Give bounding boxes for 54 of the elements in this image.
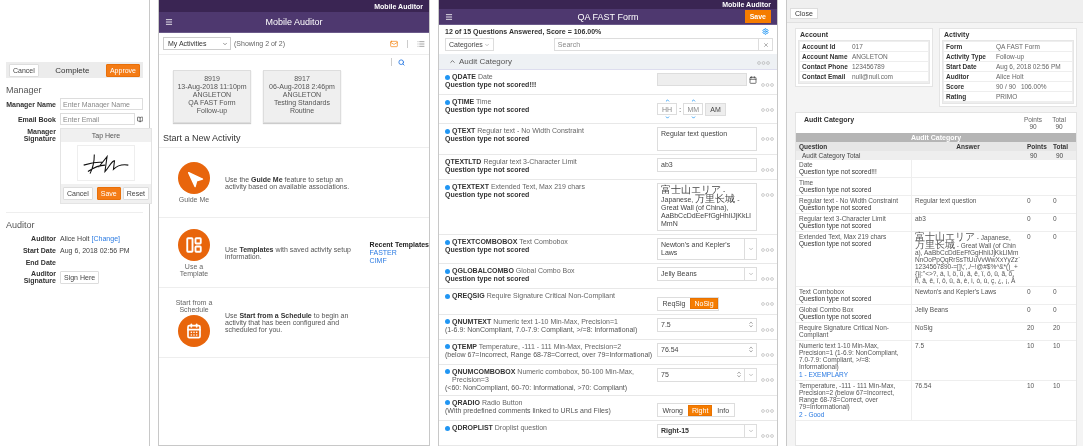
category-title: Audit Category <box>459 57 512 66</box>
section-heading: Manager <box>6 85 43 95</box>
more-options-icon[interactable] <box>761 327 774 332</box>
more-options-icon[interactable] <box>761 83 774 87</box>
time-separator: : <box>679 104 682 114</box>
caret-icon[interactable] <box>747 271 754 277</box>
chevron-up-icon[interactable] <box>449 58 456 65</box>
book-icon[interactable] <box>136 115 143 123</box>
more-options-icon[interactable] <box>761 302 774 306</box>
calendar-icon[interactable] <box>749 75 757 84</box>
category-header[interactable]: Audit Category <box>439 54 777 70</box>
caret-icon[interactable] <box>483 41 490 48</box>
more-options-icon[interactable] <box>761 408 774 413</box>
option-button[interactable] <box>178 228 210 261</box>
layout-icon <box>185 235 203 254</box>
caret-icon[interactable] <box>747 428 754 434</box>
stepper-icon[interactable] <box>749 345 753 353</box>
more-options-icon[interactable] <box>761 434 774 438</box>
more-options-icon[interactable] <box>761 137 774 141</box>
section-heading: Start a New Activity <box>159 123 429 148</box>
more-options-icon[interactable] <box>761 377 774 382</box>
close-icon[interactable] <box>762 41 769 48</box>
chevron-up-icon[interactable] <box>690 98 696 103</box>
chevron-down-icon[interactable] <box>690 115 696 120</box>
caret-icon[interactable] <box>747 371 754 378</box>
more-options-icon[interactable] <box>761 193 774 197</box>
more-options-icon[interactable] <box>761 108 774 112</box>
stepper-icon[interactable] <box>737 370 741 378</box>
toolbar-title: Complete <box>55 65 90 75</box>
menu-icon[interactable] <box>445 12 453 21</box>
search-icon[interactable] <box>398 58 405 66</box>
more-options-icon[interactable] <box>761 352 774 357</box>
caret-icon[interactable] <box>747 246 754 252</box>
chevron-down-icon[interactable] <box>664 115 670 120</box>
more-options-icon[interactable] <box>761 248 774 252</box>
mail-icon[interactable] <box>390 39 398 48</box>
menu-icon[interactable] <box>165 18 173 26</box>
more-options-icon[interactable] <box>761 168 774 172</box>
more-options-icon[interactable] <box>761 277 774 281</box>
date-field[interactable] <box>657 73 747 86</box>
section-heading: Auditor <box>6 220 36 230</box>
calendar-icon <box>186 322 202 339</box>
stepper-icon[interactable] <box>749 320 753 328</box>
more-options-icon[interactable] <box>757 61 770 65</box>
signature-drawing <box>77 145 136 181</box>
option-button[interactable] <box>178 162 210 194</box>
caret-icon[interactable] <box>222 40 228 47</box>
chevron-up-icon[interactable] <box>664 98 670 103</box>
settings-icon[interactable] <box>762 28 769 35</box>
option-button[interactable] <box>178 314 210 347</box>
screen-title: QA FAST Form <box>577 11 639 22</box>
list-icon[interactable] <box>417 39 425 48</box>
screen-title: Mobile Auditor <box>265 17 323 27</box>
clear-button[interactable] <box>759 38 773 51</box>
